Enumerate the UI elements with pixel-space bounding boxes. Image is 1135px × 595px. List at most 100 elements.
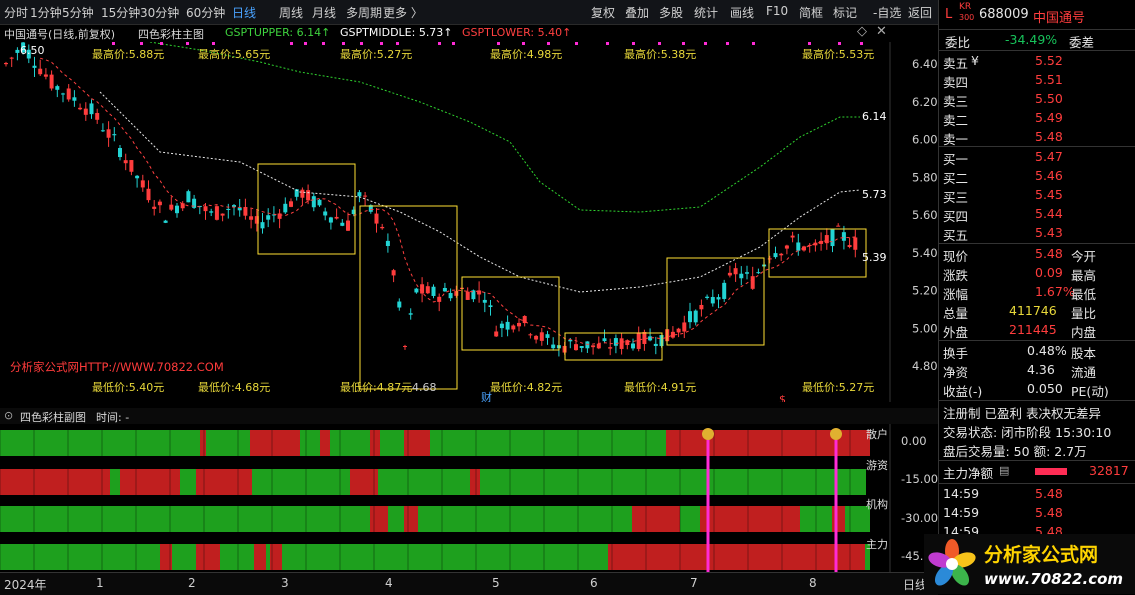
period-tab-0[interactable]: 分时	[4, 4, 28, 21]
period-tab-3[interactable]: 15分钟	[101, 4, 140, 21]
period-tab-6[interactable]: 日线	[232, 4, 256, 21]
signal-dot	[704, 42, 707, 45]
candle-body	[836, 225, 841, 227]
reg-text: 注册制 已盈利 表决权无差异	[943, 406, 1101, 421]
signal-dot	[160, 42, 163, 45]
signal-dot	[322, 42, 325, 45]
stat-label-2: 内盘	[1071, 325, 1097, 340]
candle-body	[214, 206, 219, 220]
signal-dot	[290, 42, 293, 45]
weicha-label: 委差	[1069, 35, 1095, 50]
candle-body	[653, 343, 658, 346]
signal-dot	[438, 42, 441, 45]
signal-line	[706, 430, 710, 572]
candle-body	[135, 175, 140, 179]
candle-body	[220, 213, 225, 216]
candle-body	[841, 232, 846, 241]
middle-value: GSPTMIDDLE: 5.73↑	[340, 26, 453, 39]
tick-row: 14:59 5.48	[939, 504, 1135, 523]
tool-button-0[interactable]: 复权	[591, 4, 615, 21]
stat2-label-2: PE(动)	[1071, 384, 1109, 399]
flow-bar	[380, 430, 404, 456]
mainflow-bar	[1035, 468, 1067, 475]
flow-bar	[0, 469, 110, 495]
stat-label: 现价	[943, 249, 969, 264]
candle-body	[38, 68, 43, 75]
tool-button-3[interactable]: 统计	[694, 4, 718, 21]
stat-row: 现价 5.48 今开	[939, 245, 1135, 264]
signal-dot	[752, 42, 755, 45]
period-tab-4[interactable]: 30分钟	[140, 4, 179, 21]
tool-button-1[interactable]: 叠加	[625, 4, 649, 21]
stat-value: 1.67%	[1035, 284, 1075, 299]
candle-body	[613, 338, 618, 346]
period-tab-8[interactable]: 月线	[312, 4, 336, 21]
candle-body	[186, 191, 191, 203]
stat2-label: 收益(-)	[943, 384, 983, 399]
period-tab-9[interactable]: 多周期	[346, 4, 382, 21]
flow-bar	[330, 430, 370, 456]
indicator-name[interactable]: 四色彩柱主图	[138, 26, 204, 42]
candle-body	[260, 222, 265, 229]
stat-row: 总量 411746 量比	[939, 302, 1135, 321]
high-price-label: 最高价:5.53元	[802, 47, 874, 61]
money-bag-icon	[702, 428, 714, 440]
tick-price: 5.48	[1035, 505, 1063, 520]
tool-button-8[interactable]: -自选	[873, 4, 901, 21]
candle-body	[517, 322, 521, 327]
mainflow-value: 32817	[1089, 463, 1129, 478]
sub-indicator-name[interactable]: 四色彩柱副图	[20, 409, 86, 425]
close-icon[interactable]: ✕	[876, 24, 887, 39]
ask-row: 卖三 5.50	[939, 90, 1135, 109]
diamond-icon[interactable]: ◇	[857, 24, 867, 39]
tool-button-9[interactable]: 返回	[908, 4, 932, 21]
collapse-icon[interactable]: ⊙	[4, 409, 13, 422]
candle-body	[790, 235, 795, 238]
tool-button-2[interactable]: 多股	[659, 4, 683, 21]
tool-button-4[interactable]: 画线	[730, 4, 754, 21]
tool-button-5[interactable]: F10	[766, 4, 788, 18]
mainflow-label: 主力净额	[943, 466, 994, 481]
period-tab-5[interactable]: 60分钟	[186, 4, 225, 21]
candlestick-chart[interactable]: 6.40 6.20 6.00 5.80 5.60 5.40 5.20 5.00 4.80 最高价:…	[0, 42, 938, 402]
tick-price: 5.48	[1035, 486, 1063, 501]
row-label: 主力	[866, 538, 888, 551]
candle-body	[425, 286, 430, 294]
list-icon[interactable]: ▤	[999, 464, 1009, 477]
mainflow-row[interactable]: 主力净额 ▤ 32817	[939, 462, 1135, 481]
band-value-label: 5.73	[862, 188, 887, 201]
signal-dot	[522, 42, 525, 45]
candle-body	[283, 203, 288, 213]
signal-dot	[140, 42, 143, 45]
low-price-label: 最低价:4.87元	[340, 381, 412, 394]
period-tab-2[interactable]: 5分钟	[62, 4, 94, 21]
dividend-marker: $	[779, 393, 786, 402]
flow-bar	[120, 469, 180, 495]
stat-label-2: 今开	[1071, 249, 1097, 264]
stat-label-2: 最高	[1071, 268, 1097, 283]
stat-label: 总量	[943, 306, 969, 321]
four-color-bars[interactable]: 散户游资机构主力0.00-15.00-30.00-45.00	[0, 424, 938, 572]
sub-time-label: 时间: -	[96, 411, 130, 424]
stat-label: 涨跌	[943, 268, 969, 283]
candle-body	[602, 338, 607, 342]
flow-bar	[470, 469, 480, 495]
candle-body	[448, 293, 453, 299]
ask-row: 卖二 5.49	[939, 109, 1135, 128]
candle-body	[49, 74, 54, 89]
tick-time: 14:59	[943, 486, 980, 501]
signal-dot	[186, 42, 189, 45]
signal-dot	[212, 42, 215, 45]
period-tab-1[interactable]: 1分钟	[30, 4, 62, 21]
period-tab-7[interactable]: 周线	[279, 4, 303, 21]
tool-button-7[interactable]: 标记	[833, 4, 857, 21]
candle-body	[784, 245, 789, 249]
row-label: 机构	[866, 497, 888, 511]
candle-body	[414, 288, 419, 293]
time-axis-label: 7	[690, 576, 698, 590]
tool-button-6[interactable]: 简框	[799, 4, 823, 21]
candles	[4, 42, 858, 357]
flow-bar	[680, 506, 700, 532]
candle-body	[807, 244, 812, 246]
period-tab-10[interactable]: 更多 〉	[383, 4, 423, 21]
